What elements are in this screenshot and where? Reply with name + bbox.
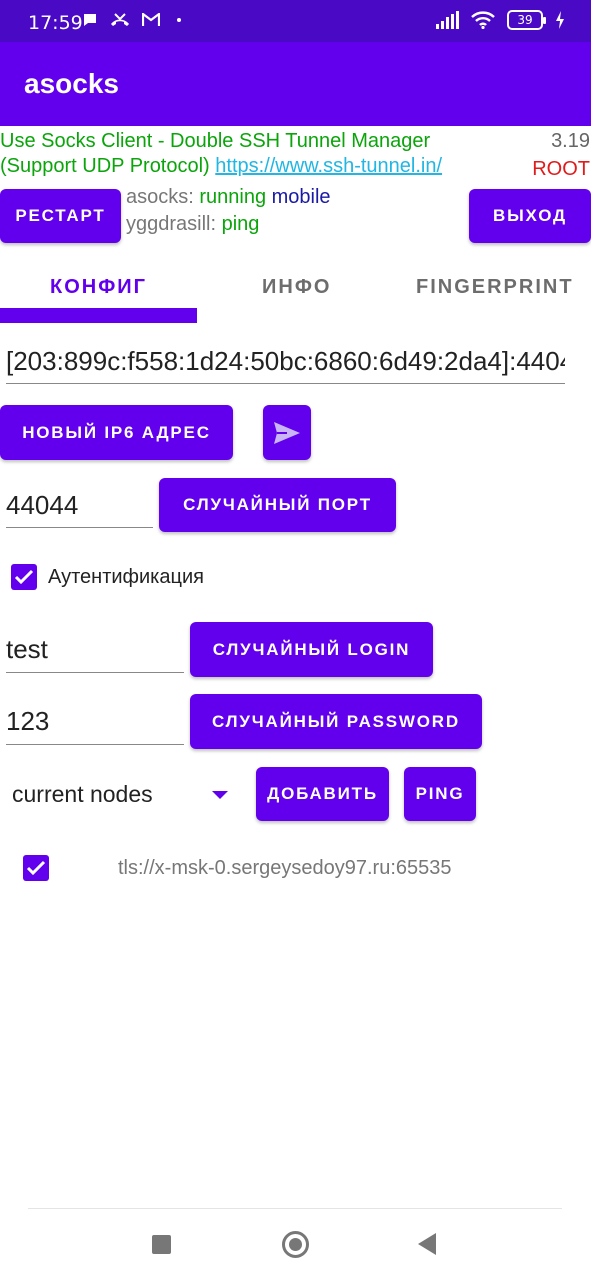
- version-label: 3.19: [551, 130, 590, 152]
- new-ip6-button[interactable]: НОВЫЙ IP6 АДРЕС: [0, 405, 233, 460]
- gmail-icon: [142, 13, 160, 26]
- random-login-button[interactable]: СЛУЧАЙНЫЙ LOGIN: [190, 622, 433, 677]
- auth-label: Аутентификация: [48, 566, 204, 588]
- root-badge: ROOT: [532, 158, 590, 180]
- asocks-mode: mobile: [271, 186, 331, 208]
- notification-icons: [82, 12, 186, 28]
- back-button[interactable]: [418, 1233, 436, 1255]
- auth-checkbox[interactable]: [11, 564, 37, 590]
- random-port-button[interactable]: СЛУЧАЙНЫЙ ПОРТ: [159, 478, 396, 532]
- nodes-dropdown-value: current nodes: [12, 781, 153, 807]
- wifi-icon: [471, 11, 495, 29]
- recents-button[interactable]: [152, 1235, 171, 1254]
- status-bar: 17:59 39: [0, 0, 591, 42]
- tab-fingerprint[interactable]: FINGERPRINT: [416, 276, 574, 299]
- port-field[interactable]: 44044: [6, 482, 153, 528]
- battery-level: 39: [517, 13, 533, 27]
- status-time: 17:59: [28, 12, 83, 34]
- yggdrasill-label: yggdrasill:: [126, 213, 222, 235]
- checkmark-icon: [14, 569, 34, 585]
- asocks-state: running: [199, 186, 267, 208]
- login-field[interactable]: test: [6, 626, 184, 673]
- send-icon: [274, 421, 300, 444]
- asocks-label: asocks:: [126, 186, 200, 208]
- dropdown-arrow-icon: [212, 791, 228, 799]
- active-tab-indicator: [0, 308, 197, 323]
- header-description-line2: (Support UDP Protocol) https://www.ssh-t…: [0, 155, 442, 178]
- add-node-button[interactable]: ДОБАВИТЬ: [256, 767, 389, 821]
- exit-button[interactable]: ВЫХОД: [469, 189, 591, 243]
- tab-config[interactable]: КОНФИГ: [50, 276, 147, 299]
- asocks-status-line: asocks: running mobile: [126, 184, 331, 211]
- nav-divider: [28, 1208, 562, 1209]
- home-button[interactable]: [282, 1231, 309, 1258]
- battery-icon: 39: [507, 10, 546, 30]
- dot-icon: [177, 18, 181, 22]
- udp-support-text: (Support UDP Protocol): [0, 155, 216, 177]
- checkmark-icon: [26, 860, 46, 876]
- yggdrasill-state: ping: [221, 213, 260, 235]
- ping-button[interactable]: PING: [404, 767, 476, 821]
- service-status: asocks: running mobile yggdrasill: ping: [126, 184, 331, 238]
- signal-icon: [436, 11, 459, 29]
- website-link[interactable]: https://www.ssh-tunnel.in/: [215, 155, 442, 177]
- missed-call-icon: [111, 13, 129, 26]
- app-title: asocks: [24, 68, 119, 99]
- random-password-button[interactable]: СЛУЧАЙНЫЙ PASSWORD: [190, 694, 482, 749]
- system-status-icons: 39: [435, 10, 565, 30]
- chat-bubble-icon: [84, 14, 96, 26]
- header-description: Use Socks Client - Double SSH Tunnel Man…: [0, 130, 431, 152]
- address-field[interactable]: [203:899c:f558:1d24:50bc:6860:6d49:2da4]…: [6, 338, 565, 384]
- password-field[interactable]: 123: [6, 698, 184, 745]
- tab-info[interactable]: ИНФО: [262, 276, 331, 299]
- node-checkbox[interactable]: [23, 855, 49, 881]
- charging-bolt-icon: [556, 11, 564, 29]
- app-bar: asocks: [0, 42, 591, 126]
- yggdrasill-status-line: yggdrasill: ping: [126, 211, 331, 238]
- send-button[interactable]: [263, 405, 311, 460]
- restart-button[interactable]: РЕСТАРТ: [0, 189, 121, 243]
- node-address: tls://x-msk-0.sergeysedoy97.ru:65535: [118, 857, 452, 879]
